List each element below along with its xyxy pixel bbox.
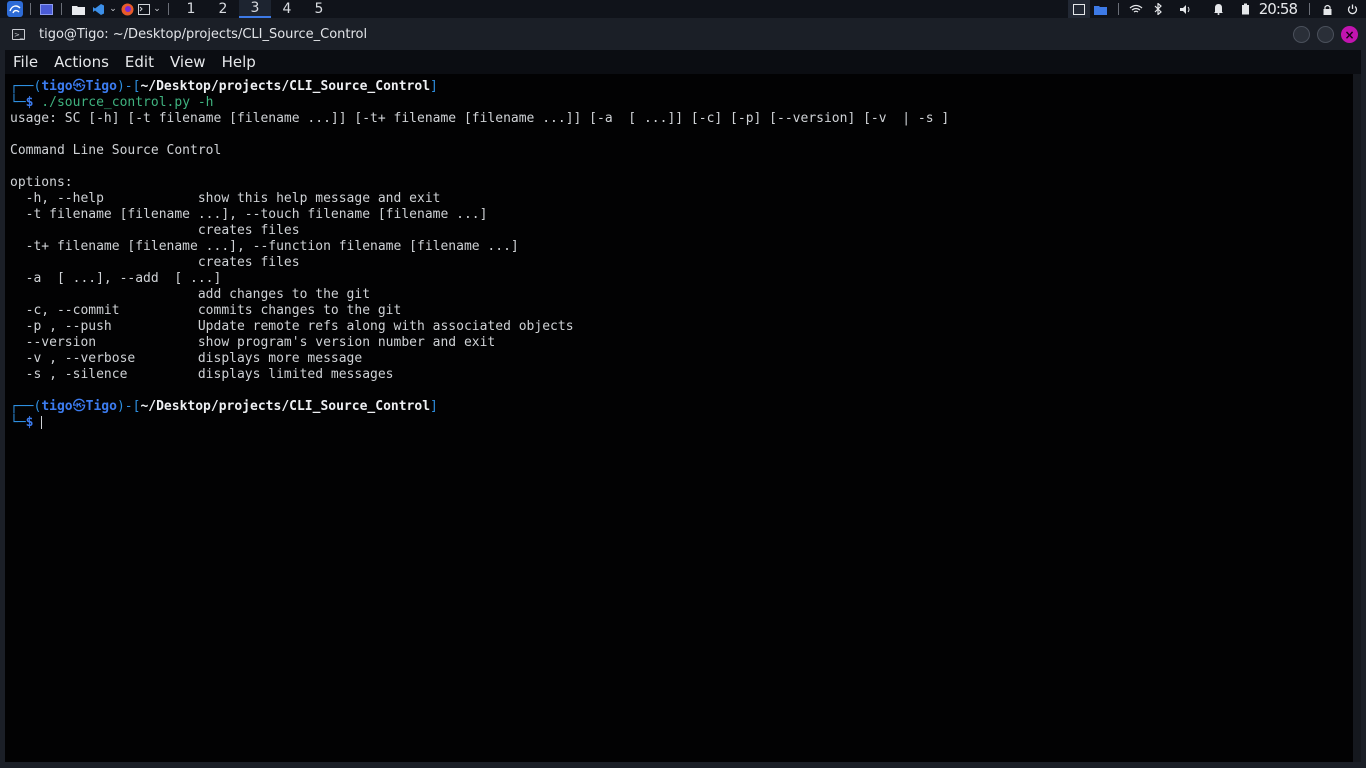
show-desktop-icon[interactable] [37, 0, 55, 18]
prompt-line-top: ┌──(tigo㉿Tigo)-[~/Desktop/projects/CLI_S… [10, 399, 438, 414]
panel-separator [30, 3, 31, 15]
window-title: tigo@Tigo: ~/Desktop/projects/CLI_Source… [39, 26, 368, 42]
output-line: -s , -silence displays limited messages [10, 367, 394, 382]
minimize-button[interactable] [1293, 26, 1310, 43]
menu-help[interactable]: Help [214, 53, 264, 71]
output-line: -t+ filename [filename ...], --function … [10, 239, 519, 254]
panel-separator [1117, 3, 1119, 15]
network-icon[interactable] [1125, 0, 1147, 18]
chevron-down-icon[interactable]: ⌄ [152, 0, 162, 18]
menu-bar: File Actions Edit View Help [5, 50, 1361, 74]
close-icon: × [1344, 27, 1355, 42]
output-line: -h, --help show this help message and ex… [10, 191, 441, 206]
output-line: creates files [10, 255, 300, 270]
battery-icon[interactable] [1235, 0, 1257, 18]
notifications-bell-icon[interactable] [1203, 0, 1235, 18]
output-line: options: [10, 175, 73, 190]
file-manager-launcher-icon[interactable] [68, 0, 88, 18]
top-panel: ⌄ ⌄ 1 2 3 4 5 20:58 [0, 0, 1366, 18]
panel-separator [168, 3, 169, 15]
menu-actions[interactable]: Actions [46, 53, 117, 71]
output-line: -c, --commit commits changes to the git [10, 303, 402, 318]
output-line: add changes to the git [10, 287, 371, 302]
workspace-4[interactable]: 4 [271, 0, 303, 18]
output-line: -v , --verbose displays more message [10, 351, 363, 366]
terminal-output-area[interactable]: ┌──(tigo㉿Tigo)-[~/Desktop/projects/CLI_S… [5, 74, 1353, 762]
text-cursor [41, 416, 43, 429]
prompt-line-top: ┌──(tigo㉿Tigo)-[~/Desktop/projects/CLI_S… [10, 79, 438, 94]
chevron-down-icon[interactable]: ⌄ [108, 0, 118, 18]
panel-clock[interactable]: 20:58 [1257, 0, 1303, 18]
output-line: Command Line Source Control [10, 143, 222, 158]
file-manager-task-icon[interactable] [1090, 0, 1112, 18]
maximize-button[interactable] [1317, 26, 1334, 43]
panel-separator [61, 3, 62, 15]
system-tray: 20:58 [1067, 0, 1366, 18]
output-line: creates files [10, 223, 300, 238]
panel-separator [1309, 3, 1310, 15]
lock-screen-icon[interactable] [1316, 0, 1338, 18]
terminal-task-icon[interactable] [1067, 0, 1090, 18]
prompt-line-command: └─$ ./source_control.py -h [10, 95, 214, 110]
workspace-2[interactable]: 2 [207, 0, 239, 18]
output-line: -t filename [filename ...], --touch file… [10, 207, 488, 222]
firefox-launcher-icon[interactable] [118, 0, 136, 18]
terminal-launcher-icon[interactable] [136, 0, 152, 18]
kali-menu-icon[interactable] [6, 0, 24, 18]
workspace-3[interactable]: 3 [239, 0, 271, 18]
vscode-launcher-icon[interactable] [88, 0, 108, 18]
output-line: usage: SC [-h] [-t filename [filename ..… [10, 111, 950, 126]
prompt-line-input[interactable]: └─$ [10, 415, 43, 431]
menu-edit[interactable]: Edit [117, 53, 162, 71]
volume-icon[interactable] [1169, 0, 1203, 18]
menu-view[interactable]: View [162, 53, 214, 71]
terminal-window-icon: >_ [12, 28, 25, 40]
menu-file[interactable]: File [5, 53, 46, 71]
bluetooth-icon[interactable] [1147, 0, 1169, 18]
close-button[interactable]: × [1341, 26, 1358, 43]
window-titlebar[interactable]: >_ tigo@Tigo: ~/Desktop/projects/CLI_Sou… [0, 18, 1366, 50]
workspace-1[interactable]: 1 [175, 0, 207, 18]
power-icon[interactable] [1338, 0, 1366, 18]
terminal-scrollbar[interactable] [1353, 74, 1361, 762]
output-line: -a [ ...], --add [ ...] [10, 271, 222, 286]
workspace-5[interactable]: 5 [303, 0, 335, 18]
output-line: --version show program's version number … [10, 335, 496, 350]
output-line: -p , --push Update remote refs along wit… [10, 319, 574, 334]
